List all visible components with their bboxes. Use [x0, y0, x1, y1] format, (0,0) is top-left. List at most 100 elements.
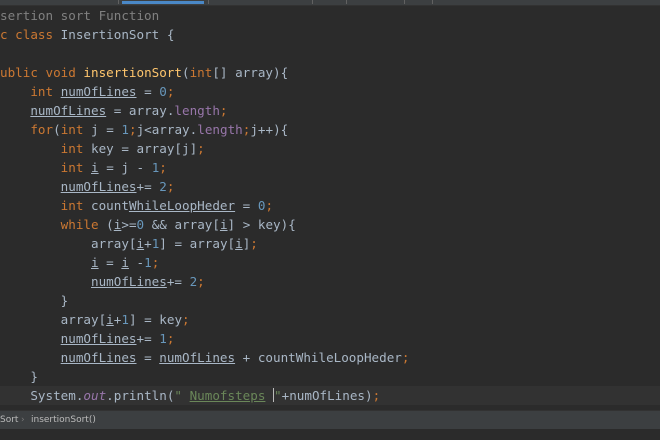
tab-divider [312, 0, 313, 4]
variable: i [121, 255, 129, 270]
string-literal: " [274, 388, 282, 403]
code-line-while-loop[interactable]: while (i>=0 && array[i] > key){ [0, 215, 296, 234]
code-line-closing-brace[interactable]: } [0, 291, 69, 310]
keyword: int [60, 198, 92, 213]
variable: i [219, 217, 228, 232]
code-line[interactable]: int i = j - 1; [0, 158, 167, 177]
code-text: array[ [91, 236, 137, 251]
code-text: >= [121, 217, 137, 232]
code-text: j++){ [250, 122, 289, 137]
number-literal: 2 [159, 179, 167, 194]
code-line[interactable]: int key = array[j]; [0, 139, 205, 158]
number-literal: 1 [121, 122, 129, 137]
semicolon: ; [401, 350, 410, 365]
code-line-comment[interactable]: sertion sort Function [0, 6, 159, 25]
code-text: ( [181, 65, 190, 80]
code-line[interactable]: numOfLines+= 2; [0, 272, 205, 291]
code-text: = [136, 350, 160, 365]
code-line-println[interactable]: System.out.println(" Numofsteps "+numOfL… [0, 386, 380, 405]
code-text: System. [30, 388, 84, 403]
keyword: while [60, 217, 107, 232]
code-line-for-loop[interactable]: for(int j = 1;j<array.length;j++){ [0, 120, 288, 139]
number-literal: 1 [121, 312, 129, 327]
code-text: ] = key [128, 312, 183, 327]
code-text: [] array){ [212, 65, 289, 80]
code-line[interactable]: numOfLines+= 1; [0, 329, 175, 348]
variable: i [136, 236, 145, 251]
string-literal [265, 388, 273, 403]
number-literal: 1 [159, 331, 167, 346]
code-text: .println( [106, 388, 175, 403]
code-editor[interactable]: sertion sort Function c class InsertionS… [0, 0, 660, 440]
code-line-closing-brace[interactable]: } [0, 367, 38, 386]
keyword: int [60, 141, 92, 156]
semicolon: ; [151, 255, 160, 270]
semicolon: ; [219, 103, 228, 118]
keyword: int [189, 65, 213, 80]
code-text: = [235, 198, 258, 213]
breadcrumb-class[interactable]: Sort [0, 411, 18, 429]
code-text: array[ [60, 312, 107, 327]
code-text: - [128, 255, 145, 270]
string-literal: " [174, 388, 190, 403]
variable: numOfLines [30, 103, 107, 118]
variable: numOfLines [60, 84, 137, 99]
semicolon: ; [265, 198, 274, 213]
code-line[interactable]: numOfLines = array.length; [0, 101, 228, 120]
keyword: int [60, 122, 92, 137]
code-text: +numOfLines) [281, 388, 373, 403]
number-literal: 1 [144, 255, 152, 270]
code-text: } [60, 293, 69, 308]
code-text: + [144, 236, 152, 251]
tab-divider [432, 0, 433, 4]
keyword: ublic void [0, 65, 84, 80]
code-line[interactable]: array[i+1] = key; [0, 310, 190, 329]
active-tab-indicator [122, 1, 204, 4]
code-text: ] = array[ [159, 236, 236, 251]
semicolon: ; [166, 331, 175, 346]
code-text: key = array[j] [91, 141, 198, 156]
variable: i [91, 160, 99, 175]
semicolon: ; [166, 179, 175, 194]
code-text: + countWhileLoopHeder [235, 350, 402, 365]
code-text: = [98, 255, 122, 270]
code-line[interactable]: int numOfLines = 0; [0, 82, 174, 101]
semicolon: ; [197, 274, 205, 289]
code-line[interactable]: array[i+1] = array[i]; [0, 234, 258, 253]
code-area[interactable]: sertion sort Function c class InsertionS… [0, 6, 660, 407]
code-text: && array[ [151, 217, 220, 232]
code-line[interactable]: numOfLines+= 2; [0, 177, 175, 196]
code-line[interactable]: int countWhileLoopHeder = 0; [0, 196, 273, 215]
code-line-class-declaration[interactable]: c class InsertionSort { [0, 25, 174, 44]
keyword: for [30, 122, 54, 137]
variable: i [91, 255, 99, 270]
variable: i [106, 312, 114, 327]
tab-divider [346, 0, 347, 4]
breadcrumb-method[interactable]: insertionSort() [31, 411, 96, 429]
code-line[interactable]: numOfLines = numOfLines + countWhileLoop… [0, 348, 410, 367]
code-line-method-signature[interactable]: ublic void insertionSort(int[] array){ [0, 63, 288, 82]
code-line[interactable]: i = i -1; [0, 253, 159, 272]
code-text: } [30, 369, 38, 384]
code-text: += [136, 179, 160, 194]
tab-divider [404, 0, 405, 4]
code-text: j<array. [136, 122, 198, 137]
code-text: = j - [98, 160, 152, 175]
variable: WhileLoopHeder [128, 198, 236, 213]
